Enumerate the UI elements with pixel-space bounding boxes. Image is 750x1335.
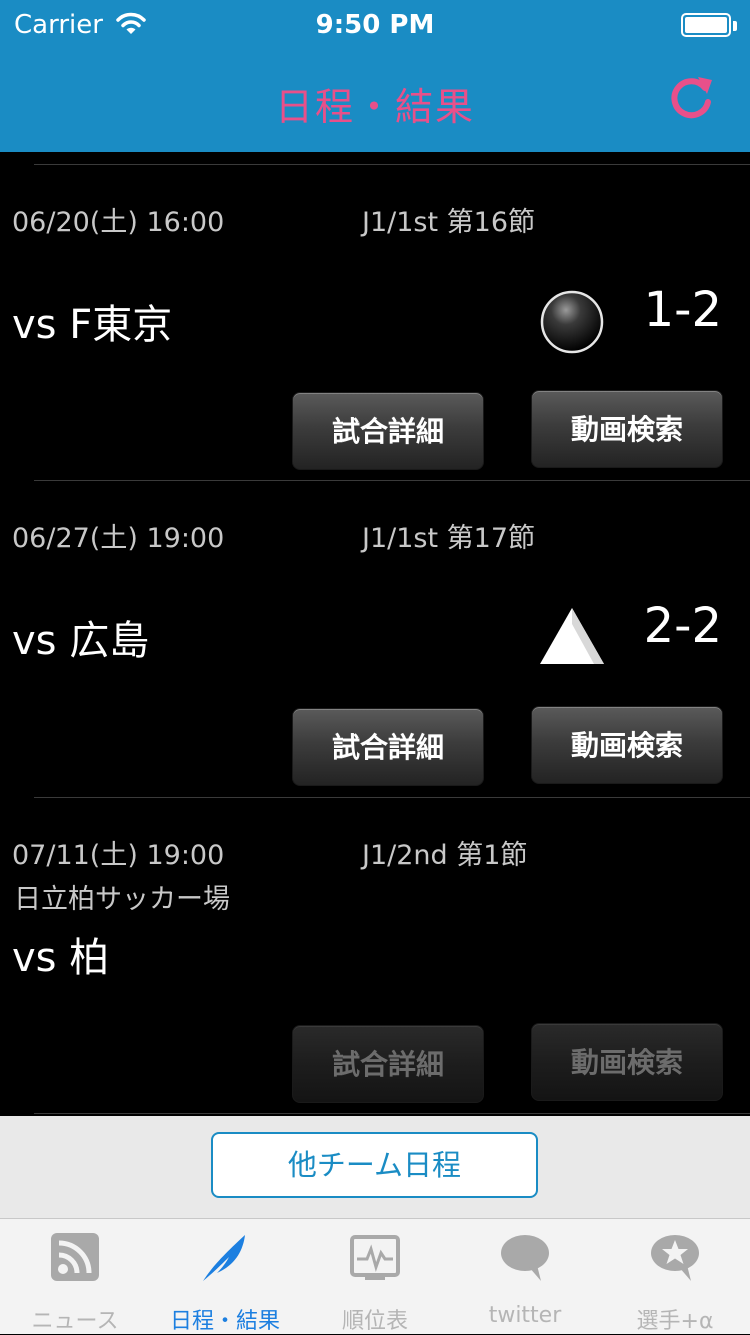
tab-bar: ニュース 日程・結果 順位表 twitter 選手+α — [0, 1218, 750, 1334]
opponent: vs 広島 — [12, 618, 150, 664]
video-search-button[interactable]: 動画検索 — [531, 390, 723, 468]
tab-label: twitter — [488, 1303, 562, 1328]
chart-icon — [350, 1235, 400, 1280]
tab-label: 選手+α — [636, 1309, 714, 1334]
opponent: vs F東京 — [12, 302, 173, 348]
match-date: 06/27(土) 19:00 — [12, 523, 225, 554]
page-title: 日程・結果 — [274, 85, 475, 129]
match-date: 07/11(土) 19:00 — [12, 840, 225, 871]
video-search-button[interactable]: 動画検索 — [531, 1023, 723, 1101]
footer-panel: 他チーム日程 — [0, 1116, 750, 1218]
match-date: 06/20(土) 16:00 — [12, 207, 225, 238]
tab-news[interactable]: ニュース — [0, 1219, 150, 1335]
match-detail-button[interactable]: 試合詳細 — [292, 1025, 484, 1103]
match-detail-button[interactable]: 試合詳細 — [292, 392, 484, 470]
match-detail-button[interactable]: 試合詳細 — [292, 708, 484, 786]
tab-schedule[interactable]: 日程・結果 — [150, 1219, 300, 1335]
tab-players[interactable]: 選手+α — [600, 1219, 750, 1335]
opponent: vs 柏 — [12, 935, 110, 981]
tab-label: 日程・結果 — [169, 1309, 280, 1334]
match-round: J1/1st 第17節 — [362, 523, 536, 554]
match-venue: 日立柏サッカー場 — [14, 884, 230, 915]
match-row: 06/20(土) 16:00 J1/1st 第16節 vs F東京 1-2 試合… — [0, 164, 750, 480]
header: Carrier 9:50 PM 日程・結果 — [0, 0, 750, 152]
score: 1-2 — [643, 282, 722, 338]
status-bar: Carrier 9:50 PM — [0, 0, 750, 50]
divider — [34, 1113, 750, 1114]
match-row: 07/11(土) 19:00 J1/2nd 第1節 日立柏サッカー場 vs 柏 … — [0, 797, 750, 1113]
tab-label: ニュース — [31, 1309, 119, 1334]
tab-label: 順位表 — [341, 1309, 408, 1334]
match-list[interactable]: 06/20(土) 16:00 J1/1st 第16節 vs F東京 1-2 試合… — [0, 152, 750, 1116]
other-teams-schedule-button[interactable]: 他チーム日程 — [211, 1132, 538, 1198]
speech-bubble-icon — [501, 1235, 549, 1281]
star-bubble-icon — [651, 1235, 699, 1281]
score: 2-2 — [643, 598, 722, 654]
video-search-button[interactable]: 動画検索 — [531, 706, 723, 784]
tab-twitter[interactable]: twitter — [450, 1219, 600, 1335]
match-row: 06/27(土) 19:00 J1/1st 第17節 vs 広島 2-2 試合詳… — [0, 480, 750, 796]
match-round: J1/2nd 第1節 — [362, 840, 528, 871]
white-triangle-draw-icon — [540, 608, 604, 664]
battery-icon — [681, 13, 737, 37]
black-circle-loss-icon — [540, 290, 604, 354]
status-time: 9:50 PM — [315, 10, 435, 40]
refresh-icon[interactable] — [665, 72, 717, 124]
tab-standings[interactable]: 順位表 — [300, 1219, 450, 1335]
match-round: J1/1st 第16節 — [362, 207, 536, 238]
rss-icon — [51, 1233, 99, 1281]
feather-icon — [203, 1235, 245, 1281]
